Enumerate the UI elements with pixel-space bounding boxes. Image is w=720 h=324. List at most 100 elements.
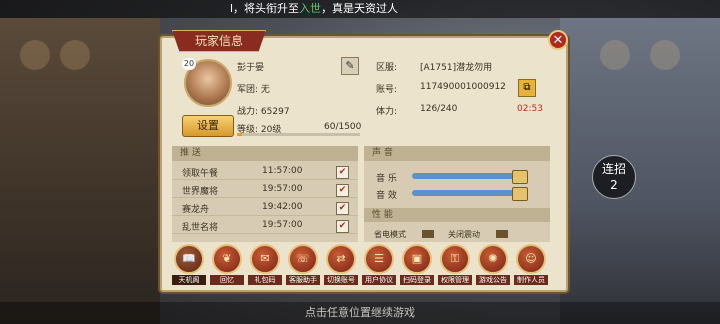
push-time: 19:57:00 (262, 184, 303, 194)
power-save-toggle[interactable] (422, 230, 434, 238)
edit-name-button[interactable]: ✎ (341, 57, 359, 75)
broadcast-marquee: l，将头衔升至入世，真是天资过人 (0, 0, 720, 18)
support-button[interactable]: ☏ 客服助手 (286, 244, 320, 285)
push-name: 世界魔将 (182, 187, 219, 197)
player-name: 彭于晏 (237, 63, 265, 73)
icon-label: 用户协议 (362, 275, 396, 285)
vibration-label: 关闭震动 (448, 230, 480, 239)
push-checkbox[interactable]: ✔ (336, 166, 349, 179)
decor-icon (60, 40, 90, 70)
scan-login-button[interactable]: ▣ 扫码登录 (400, 244, 434, 285)
guild-label: 军团: (237, 85, 259, 95)
server-value: [A1751]潜龙勿用 (420, 63, 493, 73)
switch-account-button[interactable]: ⇄ 切换账号 (324, 244, 358, 285)
icon-label: 游戏公告 (476, 275, 510, 285)
icon-label: 切换账号 (324, 275, 358, 285)
icon-label: 天机阁 (172, 275, 206, 285)
marquee-post: ，真是天资过人 (321, 2, 399, 15)
push-name: 赛龙舟 (182, 205, 210, 215)
decor-icon (600, 40, 630, 70)
gift-code-button[interactable]: ✉ 礼包码 (248, 244, 282, 285)
decor-icon (650, 40, 680, 70)
sound-section: 声 音 音 乐 音 效 性 能 省电模式 关闭震动 (364, 146, 550, 242)
credits-button[interactable]: ☺ 制作人员 (514, 244, 548, 285)
close-icon: ✕ (552, 33, 564, 48)
megaphone-icon: ✺ (478, 244, 508, 274)
push-row: 世界魔将 19:57:00 ✔ (172, 182, 358, 198)
effects-slider[interactable] (412, 187, 528, 201)
push-name: 乱世名将 (182, 223, 219, 233)
push-name: 领取午餐 (182, 169, 219, 179)
slider-handle[interactable] (512, 187, 528, 201)
background-right-scene (560, 18, 720, 324)
combo-button[interactable]: 连招 2 (592, 155, 636, 199)
music-label: 音 乐 (376, 174, 397, 184)
power-label: 战力: (237, 107, 259, 117)
settings-button[interactable]: 设置 (182, 115, 234, 137)
push-row: 领取午餐 11:57:00 ✔ (172, 164, 358, 180)
icon-label: 权限管理 (438, 275, 472, 285)
push-row: 乱世名将 19:57:00 ✔ (172, 218, 358, 234)
effects-label: 音 效 (376, 191, 397, 201)
panel-title: 玩家信息 (172, 30, 266, 52)
continue-hint[interactable]: 点击任意位置继续游戏 (0, 302, 720, 324)
level-badge: 20 (182, 58, 196, 70)
push-time: 11:57:00 (262, 166, 303, 176)
leaf-icon: ❦ (212, 244, 242, 274)
tianji-button[interactable]: 📖 天机阁 (172, 244, 206, 285)
icon-label: 回忆 (210, 275, 244, 285)
close-button[interactable]: ✕ (548, 30, 568, 50)
stamina-label: 体力: (376, 107, 398, 117)
copy-account-button[interactable]: ⧉ (518, 79, 536, 97)
push-row: 赛龙舟 19:42:00 ✔ (172, 200, 358, 216)
icon-label: 客服助手 (286, 275, 320, 285)
marquee-highlight: 入世 (299, 2, 322, 15)
icon-label: 制作人员 (514, 275, 548, 285)
exp-bar (237, 133, 360, 136)
push-time: 19:42:00 (262, 202, 303, 212)
exp-bar-fill (237, 133, 242, 136)
account-label: 账号: (376, 85, 398, 95)
announcement-button[interactable]: ✺ 游戏公告 (476, 244, 510, 285)
combo-label: 连招 (601, 162, 626, 176)
user-agreement-button[interactable]: ☰ 用户协议 (362, 244, 396, 285)
slider-handle[interactable] (512, 170, 528, 184)
swap-icon: ⇄ (326, 244, 356, 274)
marquee-pre: l，将头衔升至 (230, 2, 300, 15)
function-icon-bar: 📖 天机阁 ❦ 回忆 ✉ 礼包码 ☏ 客服助手 ⇄ 切换账号 ☰ 用户协议 ▣ 扫码登录 ⚿ 权… (172, 244, 552, 286)
stamina-timer: 02:53 (517, 104, 543, 114)
power-save-label: 省电模式 (374, 230, 406, 239)
scan-icon: ▣ (402, 244, 432, 274)
vibration-toggle[interactable] (496, 230, 508, 238)
people-icon: ☺ (516, 244, 546, 274)
copy-icon: ⧉ (523, 82, 531, 93)
player-info-panel: 玩家信息 ✕ 20 彭于晏 ✎ 军团: 无 战力: 65297 区服: [A17… (160, 30, 568, 292)
push-checkbox[interactable]: ✔ (336, 202, 349, 215)
chat-icon: ☏ (288, 244, 318, 274)
book-icon: 📖 (174, 244, 204, 274)
ticket-icon: ✉ (250, 244, 280, 274)
guild-value: 无 (260, 85, 270, 95)
push-checkbox[interactable]: ✔ (336, 220, 349, 233)
icon-label: 礼包码 (248, 275, 282, 285)
icon-label: 扫码登录 (400, 275, 434, 285)
sound-header: 声 音 (364, 146, 550, 161)
permissions-button[interactable]: ⚿ 权限管理 (438, 244, 472, 285)
push-section: 推 送 领取午餐 11:57:00 ✔ 世界魔将 19:57:00 ✔ 赛龙舟 … (172, 146, 358, 242)
lock-icon: ⚿ (440, 244, 470, 274)
performance-header: 性 能 (364, 208, 550, 222)
exp-value: 60/1500 (324, 122, 362, 132)
music-slider[interactable] (412, 170, 528, 184)
decor-icon (20, 40, 50, 70)
document-icon: ☰ (364, 244, 394, 274)
push-time: 19:57:00 (262, 220, 303, 230)
push-checkbox[interactable]: ✔ (336, 184, 349, 197)
pencil-icon: ✎ (345, 59, 355, 72)
combo-count: 2 (610, 178, 618, 192)
push-header: 推 送 (172, 146, 358, 161)
stamina-value: 126/240 (420, 104, 458, 114)
server-label: 区服: (376, 63, 398, 73)
power-value: 65297 (260, 107, 290, 117)
memory-button[interactable]: ❦ 回忆 (210, 244, 244, 285)
account-value: 117490001000912 (420, 82, 506, 92)
